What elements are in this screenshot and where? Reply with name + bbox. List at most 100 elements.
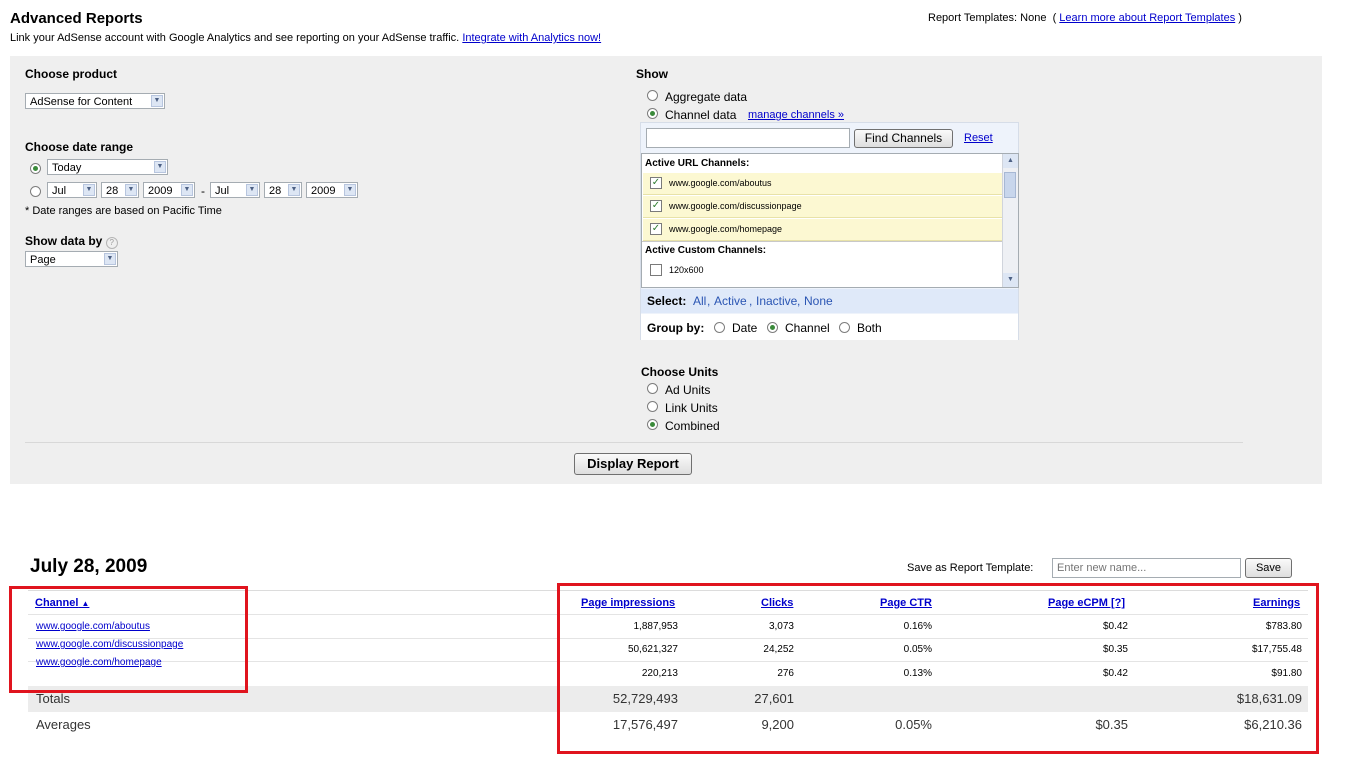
group-by-label: Group by: <box>647 321 705 335</box>
row-divider <box>28 638 1308 639</box>
from-day-value: 28 <box>106 185 119 197</box>
select-inactive-link[interactable]: Inactive <box>756 294 797 308</box>
checkbox[interactable]: ✓ <box>650 177 662 189</box>
table-top-border <box>28 590 1308 591</box>
channel-data-radio[interactable] <box>647 108 658 119</box>
aggregate-data-radio[interactable] <box>647 90 658 101</box>
from-month-value: Jul <box>52 185 67 197</box>
product-select[interactable]: AdSense for Content ▼ <box>25 93 165 109</box>
totals-earnings: $18,631.09 <box>1236 691 1302 706</box>
checkbox[interactable] <box>650 264 662 276</box>
ad-units-radio[interactable] <box>647 383 658 394</box>
templates-paren-open: ( <box>1052 12 1057 24</box>
from-year-value: 2009 <box>148 185 173 197</box>
scroll-up-icon[interactable]: ▲ <box>1003 154 1018 168</box>
from-day-select[interactable]: 28 ▼ <box>101 182 139 198</box>
group-both-radio[interactable] <box>839 322 850 333</box>
clicks-cell: 3,073 <box>768 621 794 632</box>
column-header-ctr[interactable]: Page CTR <box>880 597 932 609</box>
learn-more-templates-link[interactable]: Learn more about Report Templates <box>1059 12 1235 24</box>
custom-channels-header: Active Custom Channels: <box>645 245 767 256</box>
group-date-radio[interactable] <box>714 322 725 333</box>
to-year-select[interactable]: 2009 ▼ <box>306 182 358 198</box>
column-header-clicks[interactable]: Clicks <box>761 597 793 609</box>
checkbox[interactable]: ✓ <box>650 200 662 212</box>
select-none-link[interactable]: None <box>804 294 833 308</box>
link-units-radio[interactable] <box>647 401 658 412</box>
scroll-thumb[interactable] <box>1004 172 1016 198</box>
channel-row[interactable]: ✓ www.google.com/discussionpage <box>643 196 1005 218</box>
column-header-channel[interactable]: Channel ▲ <box>35 597 89 609</box>
select-label: Select: <box>647 294 687 308</box>
chevron-down-icon: ▼ <box>181 184 193 196</box>
impressions-cell: 1,887,953 <box>633 621 679 632</box>
to-day-select[interactable]: 28 ▼ <box>264 182 302 198</box>
display-report-button[interactable]: Display Report <box>574 453 692 475</box>
report-date-title: July 28, 2009 <box>30 556 148 577</box>
subtitle-text: Link your AdSense account with Google An… <box>10 32 460 44</box>
reset-link[interactable]: Reset <box>964 132 993 144</box>
averages-earnings: $6,210.36 <box>1244 717 1302 732</box>
from-month-select[interactable]: Jul ▼ <box>47 182 97 198</box>
channel-link[interactable]: www.google.com/aboutus <box>36 621 150 632</box>
channel-label: 120x600 <box>669 265 704 275</box>
chevron-down-icon: ▼ <box>344 184 356 196</box>
report-templates-info: Report Templates: None ( Learn more abou… <box>928 12 1242 24</box>
select-channels-row: Select: All , Active , Inactive , None <box>641 289 1018 313</box>
channel-link[interactable]: www.google.com/homepage <box>36 657 162 668</box>
select-all-link[interactable]: All <box>693 294 706 308</box>
templates-label: Report Templates: <box>928 12 1018 24</box>
column-header-ecpm[interactable]: Page eCPM [?] <box>1048 597 1125 609</box>
chevron-down-icon: ▼ <box>83 184 95 196</box>
group-channel-radio[interactable] <box>767 322 778 333</box>
ecpm-cell: $0.42 <box>1102 621 1128 632</box>
chevron-down-icon: ▼ <box>154 161 166 173</box>
channel-list: Active URL Channels: ✓ www.google.com/ab… <box>641 153 1019 288</box>
ctr-cell: 0.05% <box>903 644 932 655</box>
date-custom-radio[interactable] <box>30 186 41 197</box>
row-divider <box>28 661 1308 662</box>
row-divider <box>28 614 1308 615</box>
channel-link[interactable]: www.google.com/discussionpage <box>36 639 183 650</box>
column-header-impressions[interactable]: Page impressions <box>581 597 675 609</box>
scroll-down-icon[interactable]: ▼ <box>1003 273 1018 287</box>
sort-ascending-icon: ▲ <box>81 599 90 608</box>
show-label: Show <box>636 67 668 81</box>
chevron-down-icon: ▼ <box>125 184 137 196</box>
date-range-separator: - <box>201 184 205 198</box>
help-icon[interactable]: ? <box>105 237 118 249</box>
column-header-earnings[interactable]: Earnings <box>1253 597 1300 609</box>
ad-units-label: Ad Units <box>665 383 711 397</box>
integrate-analytics-link[interactable]: Integrate with Analytics now! <box>462 32 601 44</box>
totals-clicks: 27,601 <box>754 691 794 706</box>
combined-units-radio[interactable] <box>647 419 658 430</box>
choose-units-label: Choose Units <box>641 365 719 379</box>
channel-row[interactable]: ✓ www.google.com/aboutus <box>643 173 1005 195</box>
channel-row[interactable]: ✓ www.google.com/homepage <box>643 219 1005 241</box>
list-divider <box>642 241 1004 242</box>
ctr-cell: 0.16% <box>903 621 932 632</box>
channel-list-scrollbar[interactable]: ▲ ▼ <box>1002 154 1018 287</box>
ecpm-cell: $0.35 <box>1102 644 1128 655</box>
manage-channels-link[interactable]: manage channels » <box>748 109 844 121</box>
chevron-down-icon: ▼ <box>151 95 163 107</box>
show-data-by-select[interactable]: Page ▼ <box>25 251 118 267</box>
date-preset-radio[interactable] <box>30 163 41 174</box>
chevron-down-icon: ▼ <box>104 253 116 265</box>
date-preset-select[interactable]: Today ▼ <box>47 159 168 175</box>
find-channels-button[interactable]: Find Channels <box>854 129 953 148</box>
channel-row[interactable]: 120x600 <box>643 260 1005 282</box>
aggregate-data-label: Aggregate data <box>665 90 748 104</box>
save-template-button[interactable]: Save <box>1245 558 1292 578</box>
select-active-link[interactable]: Active <box>714 294 747 308</box>
to-month-select[interactable]: Jul ▼ <box>210 182 260 198</box>
averages-impressions: 17,576,497 <box>612 717 678 732</box>
channel-search-input[interactable] <box>646 128 850 148</box>
template-name-input[interactable] <box>1052 558 1241 578</box>
page-subtitle: Link your AdSense account with Google An… <box>10 32 601 44</box>
templates-paren-close: ) <box>1238 12 1242 24</box>
chevron-down-icon: ▼ <box>288 184 300 196</box>
checkbox[interactable]: ✓ <box>650 223 662 235</box>
templates-value: None <box>1020 12 1047 24</box>
from-year-select[interactable]: 2009 ▼ <box>143 182 195 198</box>
